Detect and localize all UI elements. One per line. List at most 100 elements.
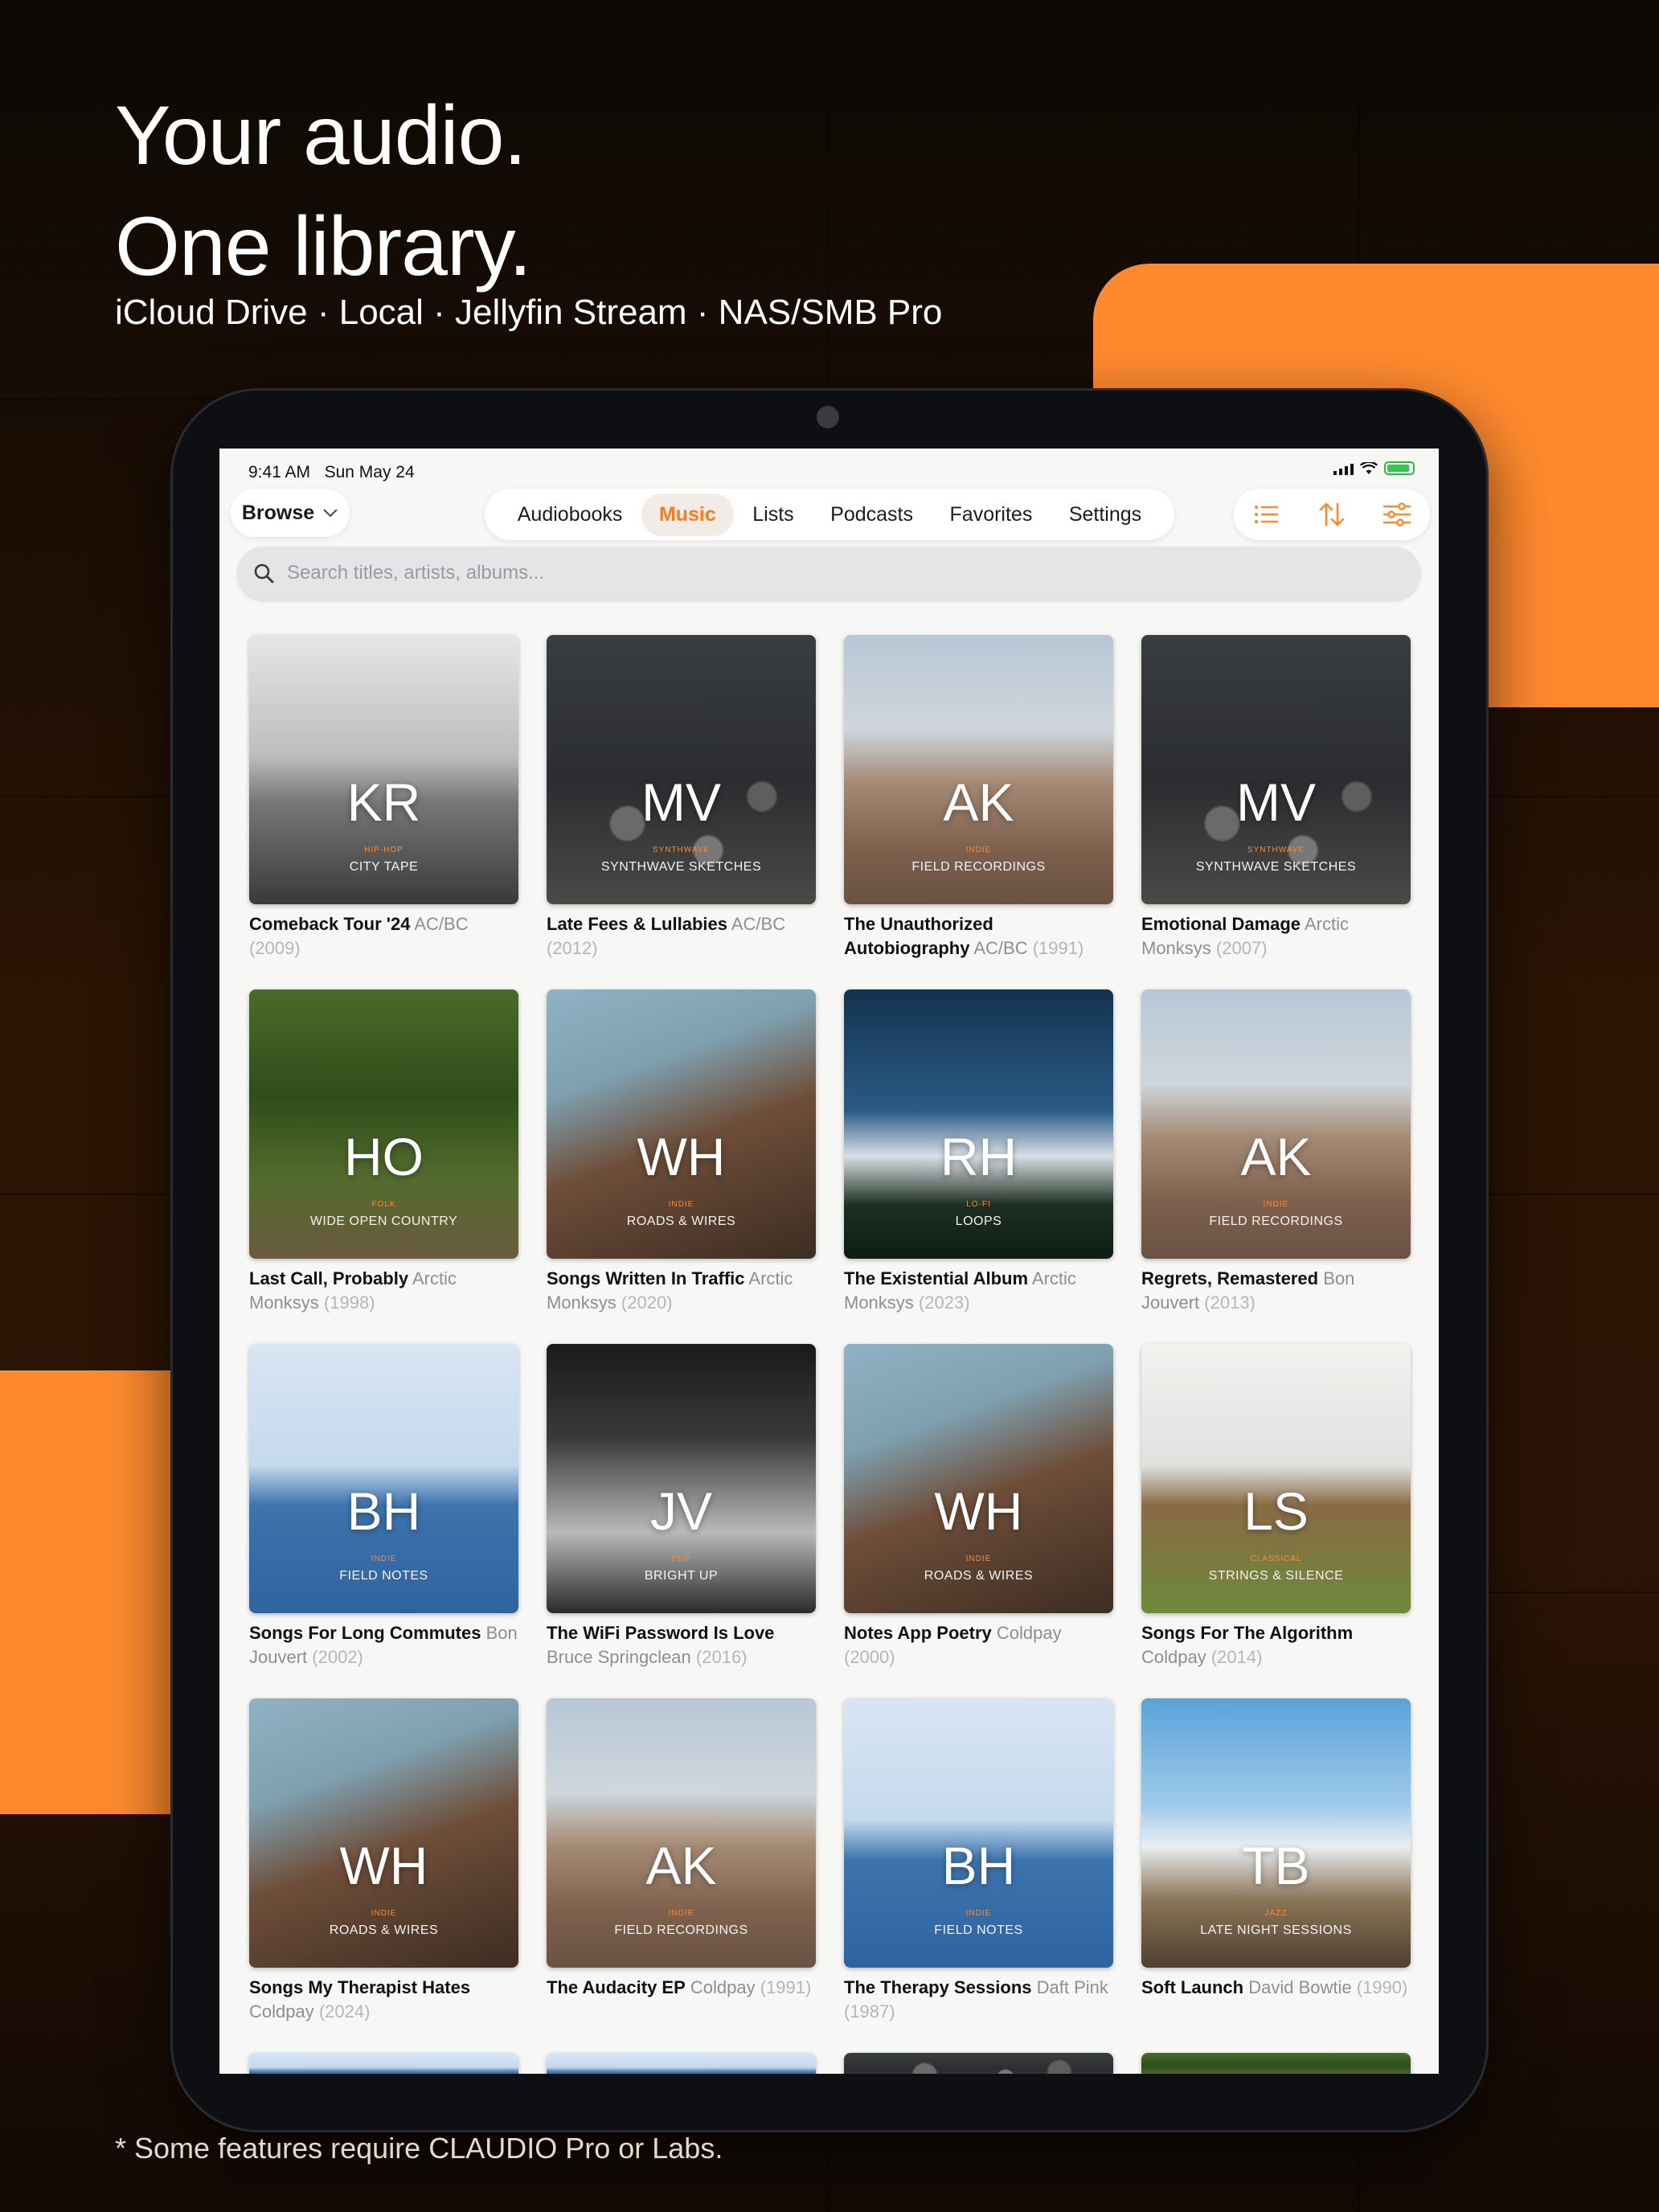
album-artist: Bruce Springclean [547,1647,691,1667]
album-title: The Therapy Sessions [844,1977,1032,1997]
album-card[interactable]: KR HIP-HOP CITY TAPE Comeback Tour '24 A… [249,635,518,989]
album-card[interactable]: LS CLASSICAL STRINGS & SILENCE Songs For… [1141,1344,1411,1698]
tab-settings[interactable]: Settings [1051,494,1159,536]
tab-lists[interactable]: Lists [735,494,811,536]
album-year: (2009) [249,938,301,958]
album-card[interactable]: WH INDIE ROADS & WIRES Songs Written In … [547,989,816,1344]
album-cover: WH INDIE ROADS & WIRES [547,989,816,1259]
album-year: (2000) [844,1647,895,1667]
album-artist: David Bowtie [1248,1977,1352,1997]
album-title: Comeback Tour '24 [249,914,411,934]
album-artist: Coldpay [1141,1647,1206,1667]
footnote: * Some features require CLAUDIO Pro or L… [115,2132,723,2165]
album-card[interactable]: AK INDIE FIELD RECORDINGS The Unauthoriz… [844,635,1113,989]
album-cover-subtitle: FIELD RECORDINGS [911,860,1046,874]
search-input[interactable] [285,561,1333,585]
album-card[interactable]: AK INDIE FIELD RECORDINGS Regrets, Remas… [1141,989,1411,1344]
album-year: (2024) [318,2001,371,2022]
album-year: (2014) [1210,1647,1263,1667]
album-card[interactable]: JV POP BRIGHT UP The WiFi Password Is Lo… [547,1344,816,1698]
album-genre: INDIE [668,1909,694,1918]
album-initials: AK [645,1836,717,1895]
browse-menu-button[interactable]: Browse [231,489,350,537]
album-cover: BH INDIE FIELD NOTES [844,1698,1113,1968]
album-cover-subtitle: WIDE OPEN COUNTRY [309,1215,458,1228]
album-cover: HO FOLK WIDE OPEN COUNTRY [249,989,518,1259]
album-genre: INDIE [1263,1200,1289,1209]
album-cover-subtitle: SYNTHWAVE SKETCHES [600,860,762,874]
album-title: The WiFi Password Is Love [547,1623,775,1643]
camera-icon [817,406,839,428]
tab-favorites[interactable]: Favorites [932,494,1051,536]
sort-icon[interactable] [1316,498,1348,530]
album-cover-subtitle: FIELD RECORDINGS [1209,1215,1343,1228]
view-tools [1234,489,1430,540]
album-title: The Unauthorized Autobiography [844,914,993,958]
album-card[interactable]: AK INDIE FIELD RECORDINGS The Audacity E… [547,1698,816,2053]
album-initials: WH [637,1127,726,1186]
album-title: Songs For The Algorithm [1141,1623,1354,1643]
album-card[interactable]: WH INDIE ROADS & WIRES Songs My Therapis… [249,1698,518,2053]
album-cover [547,2053,816,2074]
album-cover: TB JAZZ LATE NIGHT SESSIONS [1141,1698,1411,1968]
album-cover-subtitle: CITY TAPE [349,860,419,874]
album-year: (2002) [312,1647,363,1667]
album-title: Notes App Poetry [844,1623,992,1643]
album-cover [249,2053,518,2074]
album-genre: POP [671,1555,691,1563]
album-card[interactable]: HO FOLK WIDE OPEN COUNTRY Last Call, Pro… [249,989,518,1344]
album-initials: JV [649,1481,713,1541]
status-date: Sun May 24 [324,463,415,481]
album-artist: Coldpay [690,1977,756,1997]
album-card[interactable]: TB JAZZ LATE NIGHT SESSIONS Soft Launch … [1141,1698,1411,2053]
album-title: Last Call, Probably [249,1268,409,1288]
tab-music[interactable]: Music [641,493,734,536]
album-title: Soft Launch [1141,1977,1244,1997]
album-card[interactable]: WH INDIE ROADS & WIRES Notes App Poetry … [844,1344,1113,1698]
album-cover: AK INDIE FIELD RECORDINGS [1141,989,1411,1259]
album-cover-subtitle: SYNTHWAVE SKETCHES [1195,860,1357,874]
filter-icon[interactable] [1381,498,1413,530]
album-initials: LS [1243,1481,1309,1541]
tab-audiobooks[interactable]: Audiobooks [500,494,641,536]
album-grid: KR HIP-HOP CITY TAPE Comeback Tour '24 A… [249,635,1411,2074]
album-year: (1987) [844,2001,895,2022]
album-year: (1991) [1032,938,1084,958]
album-card[interactable]: MV SYNTHWAVE SYNTHWAVE SKETCHES Emotiona… [1141,635,1411,989]
album-initials: HO [344,1127,424,1186]
album-card-partial[interactable] [547,2053,816,2074]
album-card[interactable]: RH LO-FI LOOPS The Existential Album Arc… [844,989,1113,1344]
album-card-partial[interactable] [844,2053,1113,2074]
album-year: (1998) [323,1292,375,1313]
album-genre: HIP-HOP [364,846,403,854]
album-cover-subtitle: FIELD RECORDINGS [614,1923,748,1937]
album-cover: KR HIP-HOP CITY TAPE [249,635,518,904]
album-card-partial[interactable] [1141,2053,1411,2074]
album-card-partial[interactable] [249,2053,518,2074]
status-bar: 9:41 AM Sun May 24 [248,457,1415,489]
album-artist: AC/BC [414,914,469,934]
album-genre: INDIE [965,1909,992,1918]
album-artist: AC/BC [973,938,1028,958]
album-card[interactable]: MV SYNTHWAVE SYNTHWAVE SKETCHES Late Fee… [547,635,816,989]
album-genre: INDIE [371,1555,397,1563]
album-initials: AK [943,772,1014,832]
search-bar[interactable] [237,547,1420,600]
album-title: Songs Written In Traffic [547,1268,745,1288]
album-title: Songs For Long Commutes [249,1623,481,1643]
album-artist: Coldpay [249,2001,314,2022]
album-cover-subtitle: FIELD NOTES [934,1923,1023,1937]
headline-line-2: One library. [115,200,532,293]
album-artist: Daft Pink [1036,1977,1108,1997]
album-title: Late Fees & Lullabies [547,914,727,934]
signal-icon [1333,462,1354,475]
tab-podcasts[interactable]: Podcasts [813,494,931,536]
album-card[interactable]: BH INDIE FIELD NOTES The Therapy Session… [844,1698,1113,2053]
search-icon [254,563,274,584]
browse-label: Browse [241,501,315,524]
album-title: Regrets, Remastered [1141,1268,1319,1288]
album-cover: BH INDIE FIELD NOTES [249,1344,518,1613]
album-cover: WH INDIE ROADS & WIRES [249,1698,518,1968]
list-icon[interactable] [1251,498,1283,530]
album-card[interactable]: BH INDIE FIELD NOTES Songs For Long Comm… [249,1344,518,1698]
